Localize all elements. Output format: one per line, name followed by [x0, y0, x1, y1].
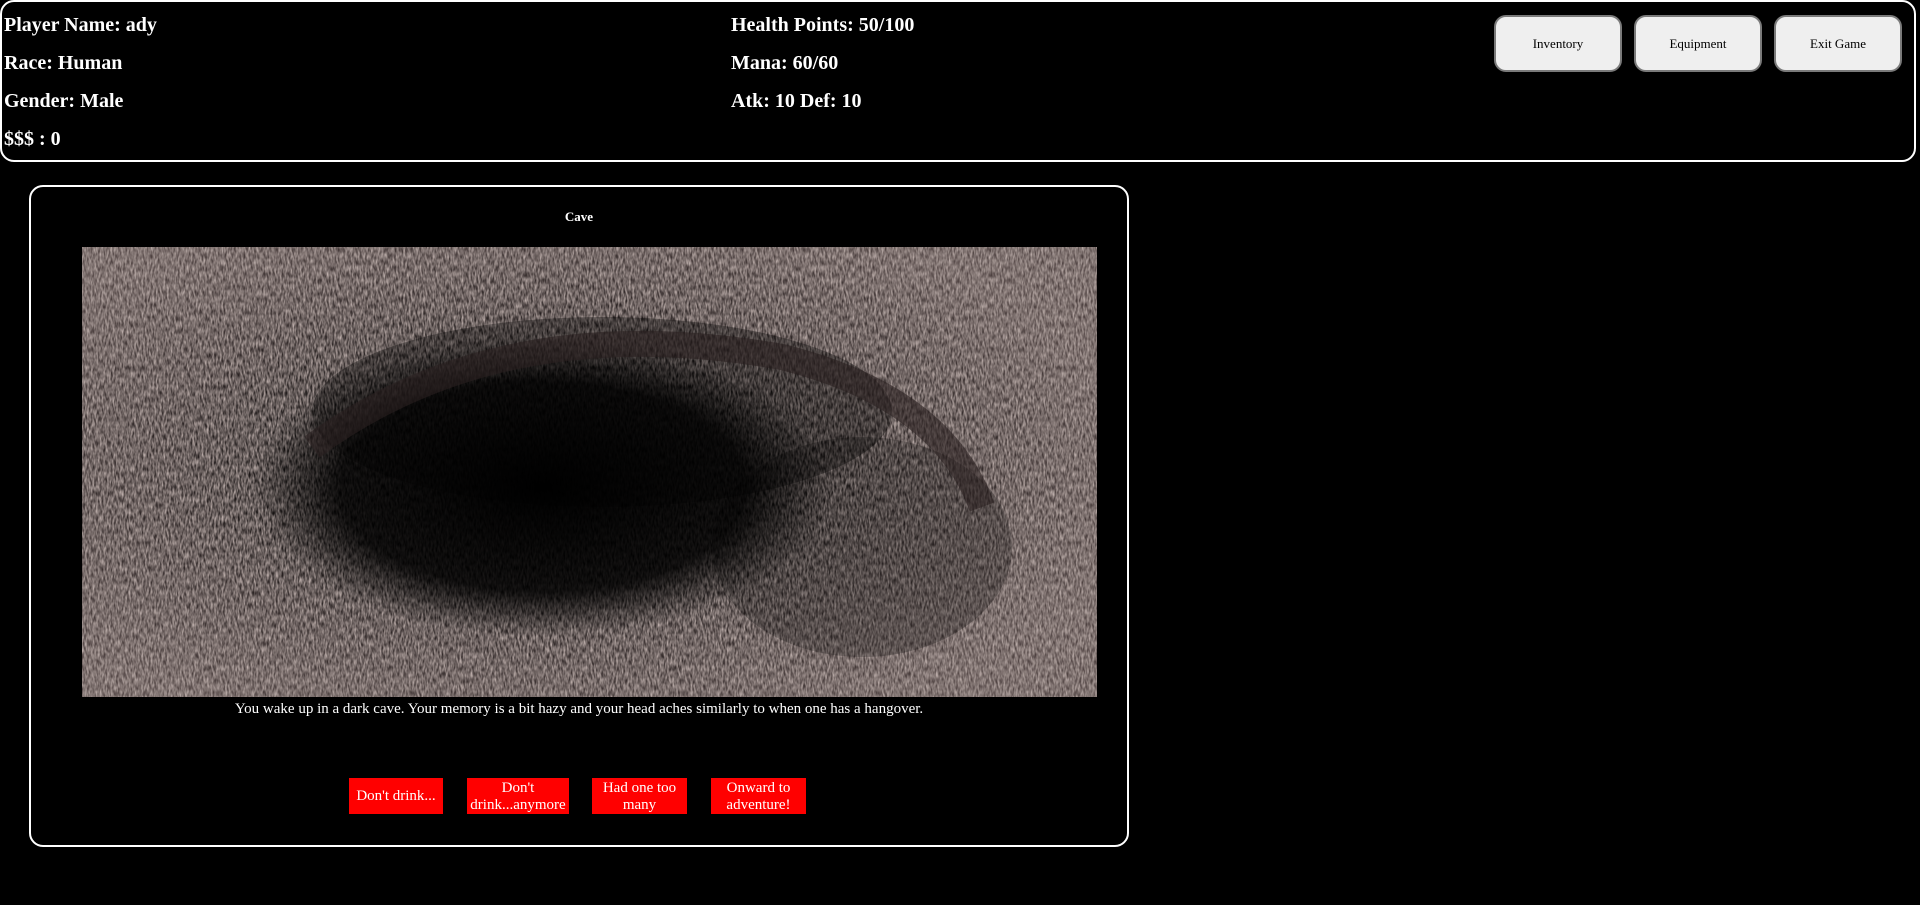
cave-scene-image — [82, 247, 1097, 697]
choice-onward-to-adventure-button[interactable]: Onward to adventure! — [711, 778, 806, 814]
player-gender: Gender: Male — [4, 90, 124, 112]
inventory-button[interactable]: Inventory — [1494, 15, 1622, 72]
player-money: $$$ : 0 — [4, 128, 61, 150]
choice-had-one-too-many-button[interactable]: Had one too many — [592, 778, 687, 814]
player-race: Race: Human — [4, 52, 123, 74]
scene-description: You wake up in a dark cave. Your memory … — [234, 701, 924, 717]
health-points: Health Points: 50/100 — [731, 14, 915, 36]
choice-dont-drink-button[interactable]: Don't drink... — [349, 778, 443, 814]
choice-dont-drink-anymore-button[interactable]: Don't drink...anymore — [467, 778, 569, 814]
equipment-button[interactable]: Equipment — [1634, 15, 1762, 72]
player-name: Player Name: ady — [4, 14, 157, 36]
attack-defense: Atk: 10 Def: 10 — [731, 90, 862, 112]
player-stats-panel: Player Name: ady Race: Human Gender: Mal… — [0, 0, 1916, 162]
scene-panel: Cave You wake up in a dark cave. Your me… — [29, 185, 1129, 847]
scene-title: Cave — [564, 209, 594, 224]
mana-points: Mana: 60/60 — [731, 52, 839, 74]
exit-game-button[interactable]: Exit Game — [1774, 15, 1902, 72]
